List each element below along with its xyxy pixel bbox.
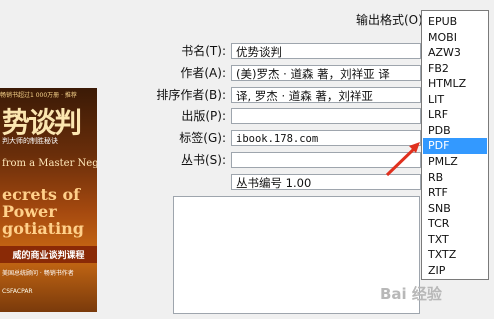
format-option-rb[interactable]: RB — [423, 170, 487, 186]
sort-author-label: 排序作者(B): — [156, 88, 226, 102]
format-option-mobi[interactable]: MOBI — [423, 30, 487, 46]
format-option-fb2[interactable]: FB2 — [423, 61, 487, 77]
red-arrow-annotation — [385, 142, 420, 177]
format-option-pdf[interactable]: PDF — [423, 138, 487, 154]
format-option-lrf[interactable]: LRF — [423, 107, 487, 123]
cover-en-2: Power — [2, 202, 57, 221]
watermark: Bai 经验 — [380, 285, 442, 303]
tags-label: 标签(G): — [179, 131, 226, 145]
output-format-label: 输出格式(O): — [356, 13, 427, 27]
cover-line3: 判大师的制胜秘诀 — [2, 137, 58, 145]
author-field[interactable]: (美)罗杰 · 道森 著，刘祥亚 译 — [231, 65, 421, 81]
format-option-htmlz[interactable]: HTMLZ — [423, 76, 487, 92]
author-label: 作者(A): — [180, 66, 226, 80]
cover-line8: CSFACPAR — [2, 288, 33, 295]
format-option-tcr[interactable]: TCR — [423, 216, 487, 232]
format-option-txtz[interactable]: TXTZ — [423, 247, 487, 263]
format-option-pmlz[interactable]: PMLZ — [423, 154, 487, 170]
format-option-azw3[interactable]: AZW3 — [423, 45, 487, 61]
title-field[interactable]: 优势谈判 — [231, 43, 421, 59]
format-option-epub[interactable]: EPUB — [423, 14, 487, 30]
format-option-lit[interactable]: LIT — [423, 92, 487, 108]
cover-en-small: from a Master Negotiator — [2, 158, 97, 169]
output-format-list[interactable]: EPUB MOBI AZW3 FB2 HTMLZ LIT LRF PDB PDF PMLZ RB RT… — [421, 10, 489, 280]
cover-en-big: ecrets of Power gotiating — [2, 186, 84, 237]
cover-en-1: ecrets of — [2, 185, 81, 204]
cover-banner: 威的商业谈判课程 — [0, 246, 97, 263]
cover-en-3: gotiating — [2, 219, 84, 238]
cover-line7: 美国总统顾问 · 畅销书作者 — [2, 270, 74, 277]
sort-author-field[interactable]: 译, 罗杰 · 道森 著，刘祥亚 — [231, 87, 421, 103]
format-option-snb[interactable]: SNB — [423, 201, 487, 217]
format-option-txt[interactable]: TXT — [423, 232, 487, 248]
series-label: 丛书(S): — [180, 153, 226, 167]
cover-line1: 畅销书超过1 000万册 · 推荐 — [0, 92, 77, 99]
format-option-rtf[interactable]: RTF — [423, 185, 487, 201]
format-option-pdb[interactable]: PDB — [423, 123, 487, 139]
cover-title: 势谈判 — [2, 106, 82, 139]
format-option-zip[interactable]: ZIP — [423, 263, 487, 279]
publisher-field[interactable] — [231, 108, 421, 124]
title-label: 书名(T): — [181, 44, 226, 58]
publisher-label: 出版(P): — [181, 109, 226, 123]
book-cover-image: 畅销书超过1 000万册 · 推荐 势谈判 判大师的制胜秘诀 from a Ma… — [0, 88, 97, 312]
